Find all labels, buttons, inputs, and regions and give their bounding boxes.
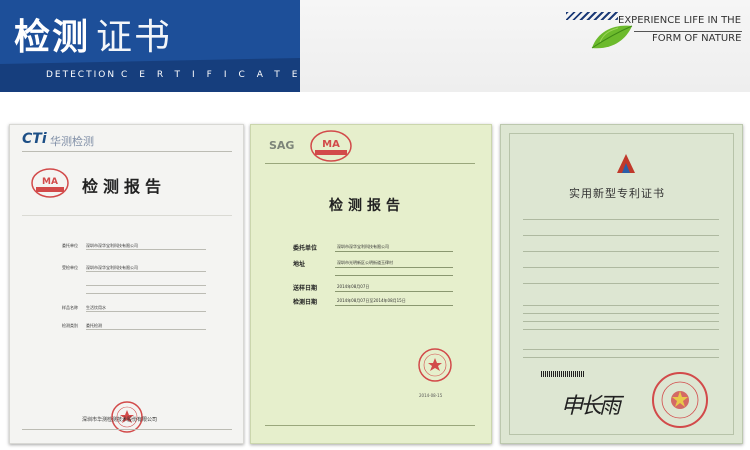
underline [335, 275, 453, 276]
cti-logo-cn: 华测检测 [50, 135, 94, 148]
row-value: 2014年08月07日 [337, 284, 370, 289]
svg-text:MA: MA [42, 177, 58, 187]
row-value: 深圳市深华宝利科技有限公司 [337, 244, 389, 249]
divider [265, 163, 475, 164]
text-line [523, 321, 719, 322]
company-seal-icon [418, 348, 452, 382]
report-date: 2014-08-15 [419, 393, 443, 398]
text-line [523, 313, 719, 314]
row-label: 委托单位 [293, 245, 318, 252]
text-line [523, 267, 719, 268]
divider [22, 429, 232, 430]
text-line [523, 305, 719, 306]
sag-logo: SAG [269, 139, 295, 152]
report-title: 检测报告 [82, 177, 167, 196]
patent-emblem-icon [617, 154, 635, 173]
text-line [523, 329, 719, 330]
row-label: 地址 [293, 261, 306, 268]
slogan-line-2: FORM OF NATURE [652, 33, 742, 44]
subtitle-word-2: CERTIFICATE [120, 70, 310, 80]
barcode-icon [541, 371, 585, 377]
text-line [523, 349, 719, 350]
page-title-bold: 检测 [14, 17, 91, 58]
underline [335, 267, 453, 268]
certificate-patent: 实用新型专利证书 申长雨 [500, 124, 743, 444]
row-label: 样品名称 [62, 305, 78, 310]
text-line [523, 251, 719, 252]
text-line [523, 357, 719, 358]
divider [22, 215, 232, 216]
subtitle-word-1: DETECTION [46, 70, 117, 80]
row-label: 检测类别 [62, 323, 78, 328]
cma-stamp-icon: MA [310, 130, 352, 162]
underline [335, 251, 453, 252]
slogan-line-1: EXPERIENCE LIFE IN THE [618, 15, 742, 26]
underline [86, 249, 206, 250]
text-line [523, 219, 719, 220]
divider [265, 425, 475, 426]
divider [22, 151, 232, 152]
report-title: 检测报告 [329, 198, 405, 214]
row-value: 2014年08月07日至2014年08月15日 [337, 298, 406, 303]
row-label: 检测日期 [293, 299, 318, 306]
row-label: 受检单位 [62, 265, 78, 270]
row-label: 委托单位 [62, 243, 78, 248]
cti-logo: CTi [22, 131, 47, 147]
issuer-name: 深圳市华测检测技术股份有限公司 [82, 417, 158, 423]
row-label: 送样日期 [293, 285, 318, 292]
underline [86, 329, 206, 330]
header: 检测 证书 DETECTION CERTIFICATE EXPERIENCE L… [0, 0, 750, 92]
underline [335, 291, 453, 292]
certificate-sag: SAG MA 检测报告 委托单位 深圳市深华宝利科技有限公司 地址 深圳市光明新… [250, 124, 492, 444]
page-subtitle: DETECTION CERTIFICATE [46, 70, 309, 80]
slogan: EXPERIENCE LIFE IN THE FORM OF NATURE [618, 12, 741, 48]
patent-title: 实用新型专利证书 [569, 187, 665, 200]
underline [335, 305, 453, 306]
stripes-decoration [566, 12, 618, 20]
row-value: 深圳市光明新区公明街道玉律村 [337, 260, 393, 265]
svg-text:MA: MA [322, 139, 340, 150]
cma-stamp-icon: MA [31, 168, 69, 198]
underline [86, 311, 206, 312]
underline [86, 285, 206, 286]
underline [86, 293, 206, 294]
text-line [523, 235, 719, 236]
official-seal-icon [652, 372, 708, 428]
page-title-light: 证书 [96, 17, 173, 58]
underline [86, 271, 206, 272]
signature: 申长雨 [561, 394, 621, 419]
certificate-cti: CTi 华测检测 MA 检测报告 委托单位 深圳市深华宝利科技有限公司 受检单位… [9, 124, 244, 444]
text-line [523, 283, 719, 284]
